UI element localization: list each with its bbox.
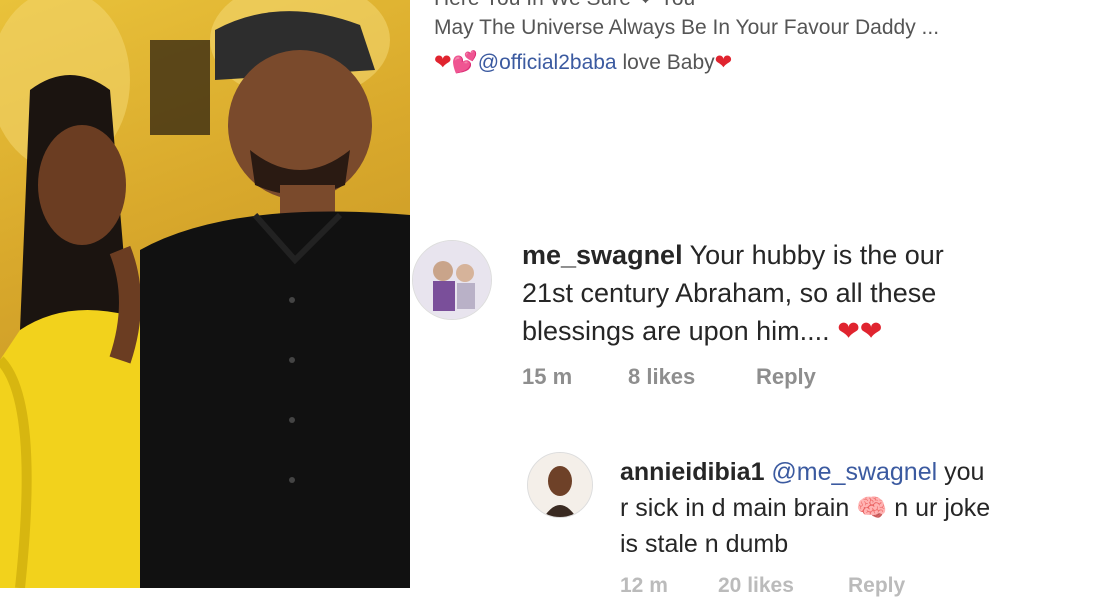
comment-time: 15 m	[522, 364, 573, 389]
previous-comment-line-2: ❤💕@official2baba love Baby❤	[434, 50, 732, 75]
avatar[interactable]	[527, 452, 593, 518]
comment-line: 21st century Abraham, so all these	[522, 278, 937, 308]
comment-text: you	[937, 458, 985, 486]
avatar-image	[413, 241, 491, 319]
comment-username[interactable]: me_swagnel	[522, 240, 683, 270]
heart-emoji: ❤	[714, 51, 733, 74]
comment-text: love Baby	[616, 51, 715, 74]
comment-text: r sick in d main brain	[620, 494, 857, 522]
reply-button[interactable]: Reply	[848, 574, 905, 598]
reply-button[interactable]: Reply	[756, 364, 816, 390]
heart-emoji: ❤💕	[434, 51, 478, 74]
comments-panel: Here You In We Sure ❤ You May The Univer…	[412, 0, 1120, 597]
couple-photo-illustration	[0, 0, 410, 588]
mention-link[interactable]: @official2baba	[478, 51, 617, 74]
comment-line: r sick in d main brain 🧠 n ur joke	[620, 494, 990, 523]
post-photo	[0, 0, 410, 588]
comment-likes[interactable]: 8 likes	[628, 364, 695, 390]
comment-text: blessings are upon him....	[522, 316, 830, 346]
comment-line: is stale n dumb	[620, 530, 789, 558]
mention-link[interactable]: @me_swagnel	[764, 458, 937, 486]
previous-comment-line: May The Universe Always Be In Your Favou…	[434, 16, 940, 39]
previous-comment-line-top: Here You In We Sure ❤ You	[434, 0, 695, 11]
comment-likes[interactable]: 20 likes	[718, 574, 794, 598]
comment-time: 12 m	[620, 574, 668, 597]
comment-line: blessings are upon him.... ❤❤	[522, 316, 882, 347]
heart-emoji: ❤❤	[837, 316, 883, 346]
avatar[interactable]	[412, 240, 492, 320]
comment-line: annieidibia1 @me_swagnel you	[620, 458, 984, 487]
comment-text: Your hubby is the our	[682, 240, 944, 270]
comment-username[interactable]: annieidibia1	[620, 458, 764, 486]
comment-line: me_swagnel Your hubby is the our	[522, 240, 944, 271]
brain-emoji: 🧠	[856, 494, 888, 522]
comment-text: n ur joke	[887, 494, 991, 522]
avatar-image	[528, 453, 592, 517]
